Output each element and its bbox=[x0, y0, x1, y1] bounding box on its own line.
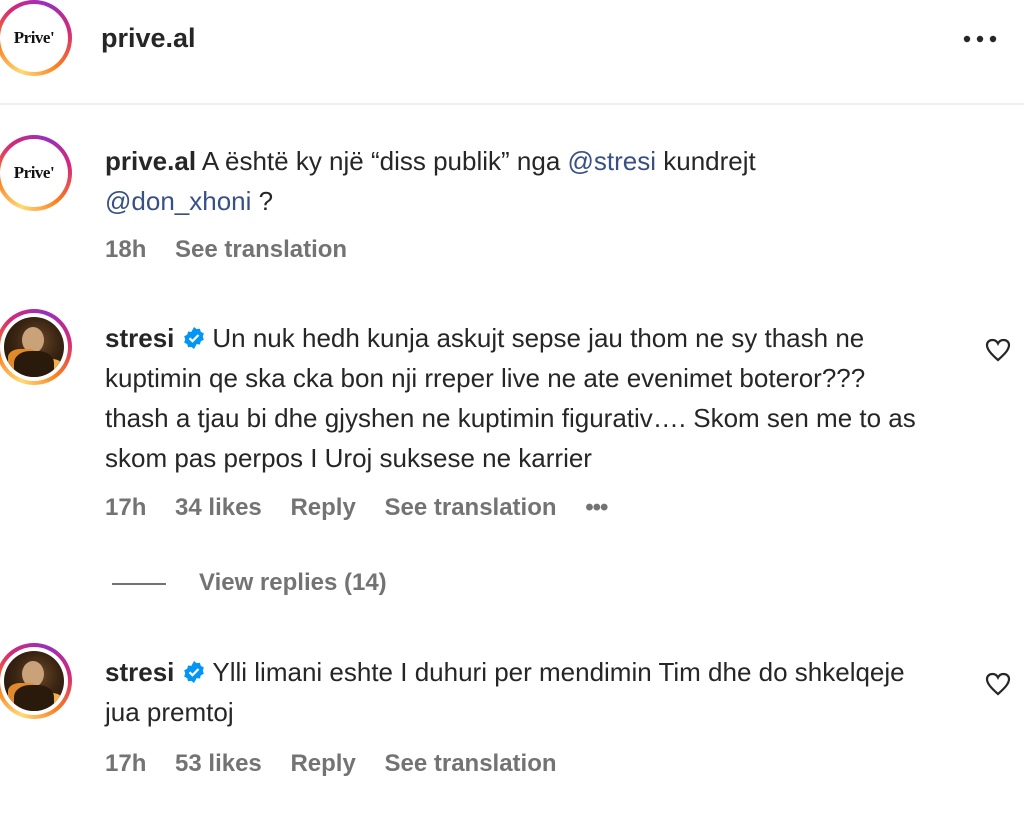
mention-stresi[interactable]: @stresi bbox=[568, 146, 657, 176]
more-horizontal-icon[interactable] bbox=[962, 34, 998, 44]
comment-meta: 17h 34 likes Reply See translation ••• bbox=[105, 494, 629, 522]
comment-options-icon[interactable]: ••• bbox=[585, 494, 608, 521]
profile-avatar[interactable]: Prive' bbox=[0, 0, 72, 76]
header-divider bbox=[0, 103, 1024, 105]
caption-text: prive.al A është ky një “diss publik” ng… bbox=[105, 141, 905, 221]
caption-time[interactable]: 18h bbox=[105, 236, 146, 263]
comment-avatar[interactable] bbox=[0, 643, 72, 719]
view-replies-button[interactable]: View replies (14) bbox=[199, 569, 387, 597]
comment-time[interactable]: 17h bbox=[105, 494, 146, 521]
stresi-avatar-photo bbox=[4, 317, 64, 377]
verified-badge-icon bbox=[184, 661, 205, 683]
comment-text: stresi Un nuk hedh kunja askujt sepse jau… bbox=[105, 318, 935, 478]
like-heart-icon[interactable] bbox=[985, 672, 1011, 696]
comment-body: Un nuk hedh kunja askujt sepse jau thom … bbox=[105, 323, 916, 473]
view-replies-line bbox=[112, 583, 166, 585]
prive-logo: Prive' bbox=[4, 8, 64, 68]
verified-badge-icon bbox=[184, 327, 205, 349]
caption-body: A është ky një “diss publik” nga bbox=[201, 146, 568, 176]
comment-username[interactable]: stresi bbox=[105, 323, 174, 353]
comment-time[interactable]: 17h bbox=[105, 750, 146, 777]
comment-body: Ylli limani eshte I duhuri per mendimin … bbox=[105, 657, 905, 727]
caption-username[interactable]: prive.al bbox=[105, 146, 196, 176]
comment-likes[interactable]: 53 likes bbox=[175, 750, 262, 777]
reply-button[interactable]: Reply bbox=[290, 494, 355, 521]
header-username[interactable]: prive.al bbox=[101, 18, 196, 58]
caption-avatar[interactable]: Prive' bbox=[0, 135, 72, 211]
see-translation-link[interactable]: See translation bbox=[384, 750, 556, 777]
see-translation-link[interactable]: See translation bbox=[175, 236, 347, 263]
mention-don-xhoni[interactable]: @don_xhoni bbox=[105, 186, 251, 216]
caption-meta: 18h See translation bbox=[105, 236, 369, 264]
caption-body-mid: kundrejt bbox=[656, 146, 756, 176]
comment-text: stresi Ylli limani eshte I duhuri per men… bbox=[105, 652, 935, 732]
comment-likes[interactable]: 34 likes bbox=[175, 494, 262, 521]
prive-logo: Prive' bbox=[4, 143, 64, 203]
caption-body-end: ? bbox=[251, 186, 274, 216]
comment-meta: 17h 53 likes Reply See translation bbox=[105, 750, 579, 778]
comment-username[interactable]: stresi bbox=[105, 657, 174, 687]
like-heart-icon[interactable] bbox=[985, 338, 1011, 362]
reply-button[interactable]: Reply bbox=[290, 750, 355, 777]
see-translation-link[interactable]: See translation bbox=[384, 494, 556, 521]
comment-avatar[interactable] bbox=[0, 309, 72, 385]
stresi-avatar-photo bbox=[4, 651, 64, 711]
